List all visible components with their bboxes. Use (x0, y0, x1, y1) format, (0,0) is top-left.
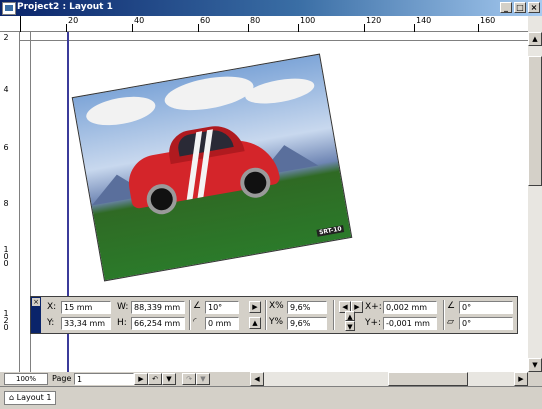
measurements-palette[interactable]: × X: 15 mm Y: 33,34 mm W: 88,339 mm H: 6… (30, 296, 518, 334)
horizontal-scroll-thumb[interactable] (388, 372, 468, 386)
corner-radius-icon: ◜ (193, 317, 197, 327)
divider (443, 300, 445, 330)
height-field[interactable]: 66,254 mm (131, 317, 185, 330)
offset-y-label: Y+: (365, 318, 382, 328)
divider (333, 300, 335, 330)
scale-x-icon: X% (269, 301, 284, 311)
scroll-down-button[interactable]: ▼ (528, 358, 542, 372)
picture-skew-field[interactable]: 0° (459, 317, 513, 330)
ruler-label: 20 (68, 16, 79, 25)
tab-layout-1[interactable]: ⌂ Layout 1 (4, 391, 57, 405)
undo-icon[interactable]: ↶ (148, 373, 162, 385)
divider (189, 300, 191, 330)
ruler-label: 100 (300, 16, 316, 25)
vertical-scrollbar[interactable]: ▲ ▼ (528, 16, 542, 372)
ruler-label: 120 (366, 16, 382, 25)
x-position-field[interactable]: 15 mm (61, 301, 111, 314)
ruler-label: 8 (3, 199, 9, 208)
vertical-ruler[interactable]: 2 4 6 8 100 120 (0, 32, 20, 372)
scale-y-icon: Y% (269, 317, 284, 327)
picture-skew-icon: ▱ (447, 317, 454, 327)
ruler-tick (248, 24, 249, 32)
window-title: Project2 : Layout 1 (17, 2, 113, 12)
cloud (84, 92, 158, 130)
ruler-label: 4 (3, 85, 9, 94)
minimize-button[interactable]: _ (500, 2, 512, 13)
ruler-tick (66, 24, 67, 32)
divider (265, 300, 267, 330)
close-button[interactable]: × (528, 2, 540, 13)
picture-box[interactable]: SRT-10 (71, 53, 353, 282)
picture-angle-field[interactable]: 0° (459, 301, 513, 314)
nudge-up-button[interactable]: ▲ (345, 311, 355, 321)
page-margin-line (20, 40, 528, 41)
horizontal-ruler[interactable]: 20 40 60 80 100 120 140 160 (0, 16, 542, 32)
width-field[interactable]: 88,339 mm (131, 301, 185, 314)
angle-icon: ∠ (193, 301, 202, 311)
h-label: H: (117, 318, 127, 328)
ruler-label: 80 (250, 16, 261, 25)
scale-y-field[interactable]: 9,6% (287, 317, 327, 330)
zoom-field[interactable]: 100% (4, 373, 48, 385)
ruler-tick (132, 24, 133, 32)
layout-tab-label: Layout 1 (16, 393, 52, 402)
ruler-label: 40 (134, 16, 145, 25)
title-bar[interactable]: Project2 : Layout 1 _ □ × (0, 0, 542, 16)
page-next-button[interactable]: ▶ (134, 373, 148, 385)
ruler-label: 60 (200, 16, 211, 25)
image-logo: SRT-10 (316, 225, 345, 237)
ruler-label: 2 (3, 33, 9, 42)
ruler-label: 6 (3, 143, 9, 152)
scroll-left-button[interactable]: ◀ (250, 372, 264, 386)
ruler-tick (414, 24, 415, 32)
ruler-tick (364, 24, 365, 32)
cloud (162, 70, 257, 116)
flip-vertical-button[interactable]: ▲ (249, 317, 261, 329)
cloud (243, 74, 317, 108)
vertical-scroll-thumb[interactable] (528, 56, 542, 186)
horizontal-scrollbar[interactable]: ◀ ▶ (250, 372, 528, 386)
layout-icon: ⌂ (9, 393, 15, 402)
offset-x-field[interactable]: 0,002 mm (383, 301, 437, 314)
page-field[interactable]: 1 (74, 373, 134, 385)
close-icon[interactable]: × (32, 298, 40, 306)
nudge-down-button[interactable]: ▼ (345, 321, 355, 331)
layout-tab-strip: ⌂ Layout 1 (0, 386, 542, 409)
corner-radius-field[interactable]: 0 mm (205, 317, 239, 330)
ruler-tick (298, 24, 299, 32)
redo-icon[interactable]: ↷ (182, 373, 196, 385)
offset-y-field[interactable]: -0,001 mm (383, 317, 437, 330)
picture-angle-icon: ∠ (447, 301, 456, 311)
scroll-up-button[interactable]: ▲ (528, 32, 542, 46)
status-bar: 100% Page 1 ▶ ↶ ▼ ↷ ▼ (0, 372, 250, 386)
rotation-angle-field[interactable]: 10° (205, 301, 239, 314)
ruler-label: 120 (3, 309, 9, 332)
offset-x-label: X+: (365, 302, 382, 312)
undo-dropdown-icon[interactable]: ▼ (162, 373, 176, 385)
page-label: Page (52, 374, 72, 383)
scroll-right-button[interactable]: ▶ (514, 372, 528, 386)
ruler-label: 140 (416, 16, 432, 25)
restore-button[interactable]: □ (514, 2, 526, 13)
ruler-label: 100 (3, 245, 9, 268)
flip-horizontal-button[interactable]: ▶ (249, 301, 261, 313)
ruler-tick (198, 24, 199, 32)
ruler-origin-tick (20, 16, 21, 32)
y-label: Y: (47, 318, 55, 328)
ruler-tick (478, 24, 479, 32)
palette-drag-handle[interactable]: × (31, 297, 41, 333)
scale-x-field[interactable]: 9,6% (287, 301, 327, 314)
w-label: W: (117, 302, 129, 312)
redo-dropdown-icon[interactable]: ▼ (196, 373, 210, 385)
document-icon (2, 2, 16, 15)
x-label: X: (47, 302, 57, 312)
y-position-field[interactable]: 33,34 mm (61, 317, 111, 330)
ruler-label: 160 (480, 16, 496, 25)
